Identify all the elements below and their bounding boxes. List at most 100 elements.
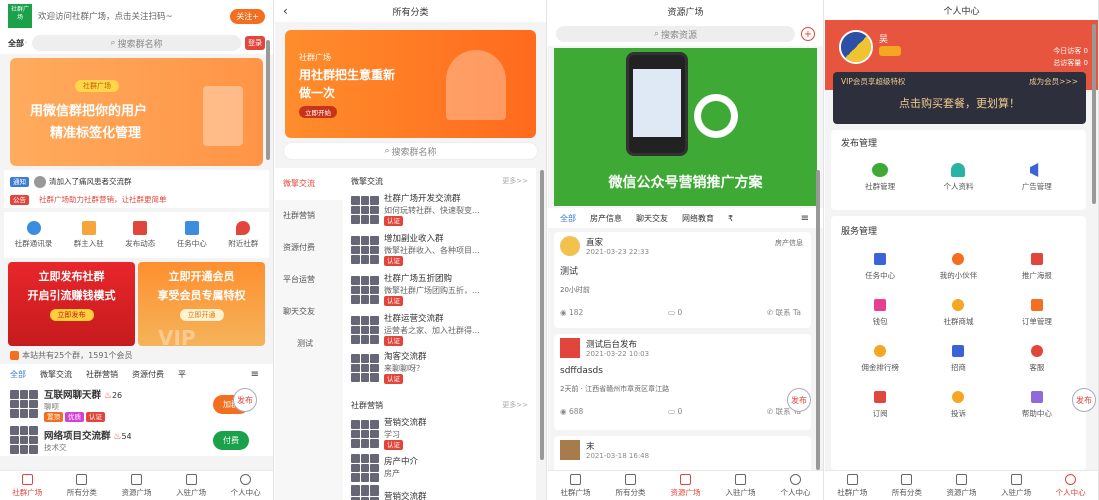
svc-partners[interactable]: 我的小伙伴 — [919, 253, 997, 281]
manage-groups[interactable]: 社群管理 — [865, 163, 895, 192]
profile-info[interactable]: 个人资料 — [943, 163, 973, 192]
icon-join[interactable]: 群主入驻 — [74, 221, 104, 249]
svc-ranking[interactable]: 佣金排行榜 — [841, 345, 919, 373]
search-bar[interactable]: ⌕ 搜索群名称 — [283, 142, 538, 160]
group-title[interactable]: 社群广场开发交流群 — [384, 194, 480, 205]
tab-marketing[interactable]: 社群营销 — [86, 369, 118, 380]
tabbar-categories[interactable]: 所有分类 — [603, 471, 658, 500]
publish-float-button[interactable]: 发布 — [1072, 388, 1096, 412]
category-banner[interactable]: 社群广场 用社群把生意重新 做一次 立即开始 — [285, 30, 536, 138]
group-title[interactable]: 互联网聊天群 — [44, 390, 101, 401]
svc-orders[interactable]: 订单管理 — [998, 299, 1076, 327]
notice-text[interactable]: 清加入了痛风患者交流群 — [49, 176, 132, 187]
post-card[interactable]: 直家 2021-03-23 22:33 房产信息 测试 20小时前 ◉ 182 ▭ … — [554, 232, 811, 328]
group-title[interactable]: 社群广场五折团购 — [384, 274, 480, 285]
scrollbar[interactable] — [816, 170, 820, 470]
side-resource[interactable]: 资源付费 — [275, 232, 343, 264]
side-marketing[interactable]: 社群营销 — [275, 200, 343, 232]
menu-icon[interactable]: ≡ — [251, 369, 259, 380]
announcement-text[interactable]: 社群广场助力社群营销，让社群更简单 — [39, 194, 167, 205]
flag-icon — [1010, 473, 1022, 485]
tab-all[interactable]: 全部 — [560, 213, 576, 224]
side-chat[interactable]: 聊天交友 — [275, 296, 343, 328]
promo-vip-button[interactable]: 立即开通 — [179, 309, 224, 321]
promo-publish[interactable]: 立即发布社群 开启引流赚钱模式 立即发布 — [8, 262, 135, 346]
scrollbar[interactable] — [1092, 24, 1096, 204]
group-title[interactable]: 营销交流群 — [384, 490, 427, 500]
tab-more[interactable]: ₹ — [728, 214, 733, 223]
group-title[interactable]: 淘客交流群 — [384, 352, 427, 363]
tab-weiqing[interactable]: 微擎交流 — [40, 369, 72, 380]
tabbar-profile[interactable]: 个人中心 — [768, 471, 823, 500]
contact-button[interactable]: ✆ 联系 Ta — [767, 307, 801, 318]
tabbar-home[interactable]: 社群广场 — [0, 471, 55, 500]
follow-button[interactable]: 关注+ — [230, 8, 265, 24]
svc-recruit[interactable]: 招商 — [919, 345, 997, 373]
menu-icon[interactable]: ≡ — [801, 213, 809, 224]
svc-mall[interactable]: 社群商城 — [919, 299, 997, 327]
tabbar-home[interactable]: 社群广场 — [825, 471, 880, 500]
vip-card[interactable]: VIP会员享超级特权 成为会员>>> 点击购买套餐，更划算！ — [833, 72, 1086, 124]
group-title[interactable]: 社群运营交流群 — [384, 314, 480, 325]
svc-help[interactable]: 帮助中心 — [998, 391, 1076, 419]
promo-vip[interactable]: 立即开通会员 享受会员专属特权 立即开通 VIP — [138, 262, 265, 346]
resource-banner[interactable]: 微信公众号营销推广方案 — [554, 48, 817, 206]
icon-contacts[interactable]: 社群通讯录 — [15, 221, 52, 249]
promo-publish-button[interactable]: 立即发布 — [49, 309, 94, 321]
svc-complaint[interactable]: 投诉 — [919, 391, 997, 419]
ad-manage[interactable]: 广告管理 — [1022, 163, 1052, 192]
tabbar-categories[interactable]: 所有分类 — [55, 471, 110, 500]
login-button[interactable]: 登录 — [245, 36, 265, 50]
search-bar[interactable]: ⌕ 搜索群名称 — [32, 35, 241, 51]
tabbar-settle[interactable]: 入驻广场 — [989, 471, 1044, 500]
more-link[interactable]: 更多>> — [502, 176, 528, 186]
group-title[interactable]: 房产中介 — [384, 457, 418, 468]
user-avatar[interactable] — [839, 30, 873, 64]
search-bar[interactable]: ⌕ 搜索资源 — [556, 26, 795, 42]
tabbar-profile[interactable]: 个人中心 — [218, 471, 273, 500]
publish-float-button[interactable]: 发布 — [787, 388, 811, 412]
tabbar-home[interactable]: 社群广场 — [548, 471, 603, 500]
svc-subscribe[interactable]: 订阅 — [841, 391, 919, 419]
tabbar-resources[interactable]: 资源广场 — [109, 471, 164, 500]
tab-chat[interactable]: 聊天交友 — [636, 213, 668, 224]
tab-education[interactable]: 网络教育 — [682, 213, 714, 224]
paid-group-button[interactable]: 付费 — [213, 430, 249, 450]
tab-more[interactable]: 平 — [178, 369, 186, 380]
side-test[interactable]: 测试 — [275, 328, 343, 360]
group-title[interactable]: 营销交流群 — [384, 418, 427, 429]
group-title[interactable]: 网络项目交流群 — [44, 431, 111, 442]
tabbar-settle[interactable]: 入驻广场 — [713, 471, 768, 500]
side-platform[interactable]: 平台运营 — [275, 264, 343, 296]
group-title[interactable]: 增加副业收入群 — [384, 234, 480, 245]
icon-tasks[interactable]: 任务中心 — [177, 221, 207, 249]
vip-right-link[interactable]: 成为会员>>> — [1029, 76, 1078, 87]
tab-resource[interactable]: 资源付费 — [132, 369, 164, 380]
tab-realestate[interactable]: 房产信息 — [590, 213, 622, 224]
publish-float-button[interactable]: 发布 — [233, 388, 257, 412]
scrollbar[interactable] — [266, 40, 270, 160]
add-icon[interactable]: + — [801, 27, 815, 41]
tabbar-resources[interactable]: 资源广场 — [658, 471, 713, 500]
scrollbar[interactable] — [540, 170, 544, 460]
tabbar-resources[interactable]: 资源广场 — [934, 471, 989, 500]
svc-wallet[interactable]: 钱包 — [841, 299, 919, 327]
more-link[interactable]: 更多>> — [502, 400, 528, 410]
back-icon[interactable]: ‹ — [283, 4, 288, 18]
home-banner[interactable]: 社群广场 用微信群把你的用户 精准标签化管理 — [10, 58, 263, 166]
tabbar-settle[interactable]: 入驻广场 — [164, 471, 219, 500]
svc-support[interactable]: 客服 — [998, 345, 1076, 373]
tabbar-profile[interactable]: 个人中心 — [1043, 471, 1098, 500]
svc-task-center[interactable]: 任务中心 — [841, 253, 919, 281]
tabbar-categories[interactable]: 所有分类 — [880, 471, 935, 500]
group-avatar — [351, 454, 379, 482]
tab-all[interactable]: 全部 — [10, 369, 26, 380]
icon-publish[interactable]: 发布动态 — [125, 221, 155, 249]
svc-label: 推广海报 — [1021, 271, 1052, 280]
post-card[interactable]: 测试后台发布 2021-03-22 10:03 sdffdasds 2天前 · 江… — [554, 334, 811, 430]
banner-start-button[interactable]: 立即开始 — [299, 106, 337, 118]
svc-poster[interactable]: 推广海报 — [998, 253, 1076, 281]
side-weiqing[interactable]: 微擎交流 — [275, 168, 343, 200]
region-select[interactable]: 全部 — [8, 38, 24, 49]
icon-nearby[interactable]: 附近社群 — [228, 221, 258, 249]
